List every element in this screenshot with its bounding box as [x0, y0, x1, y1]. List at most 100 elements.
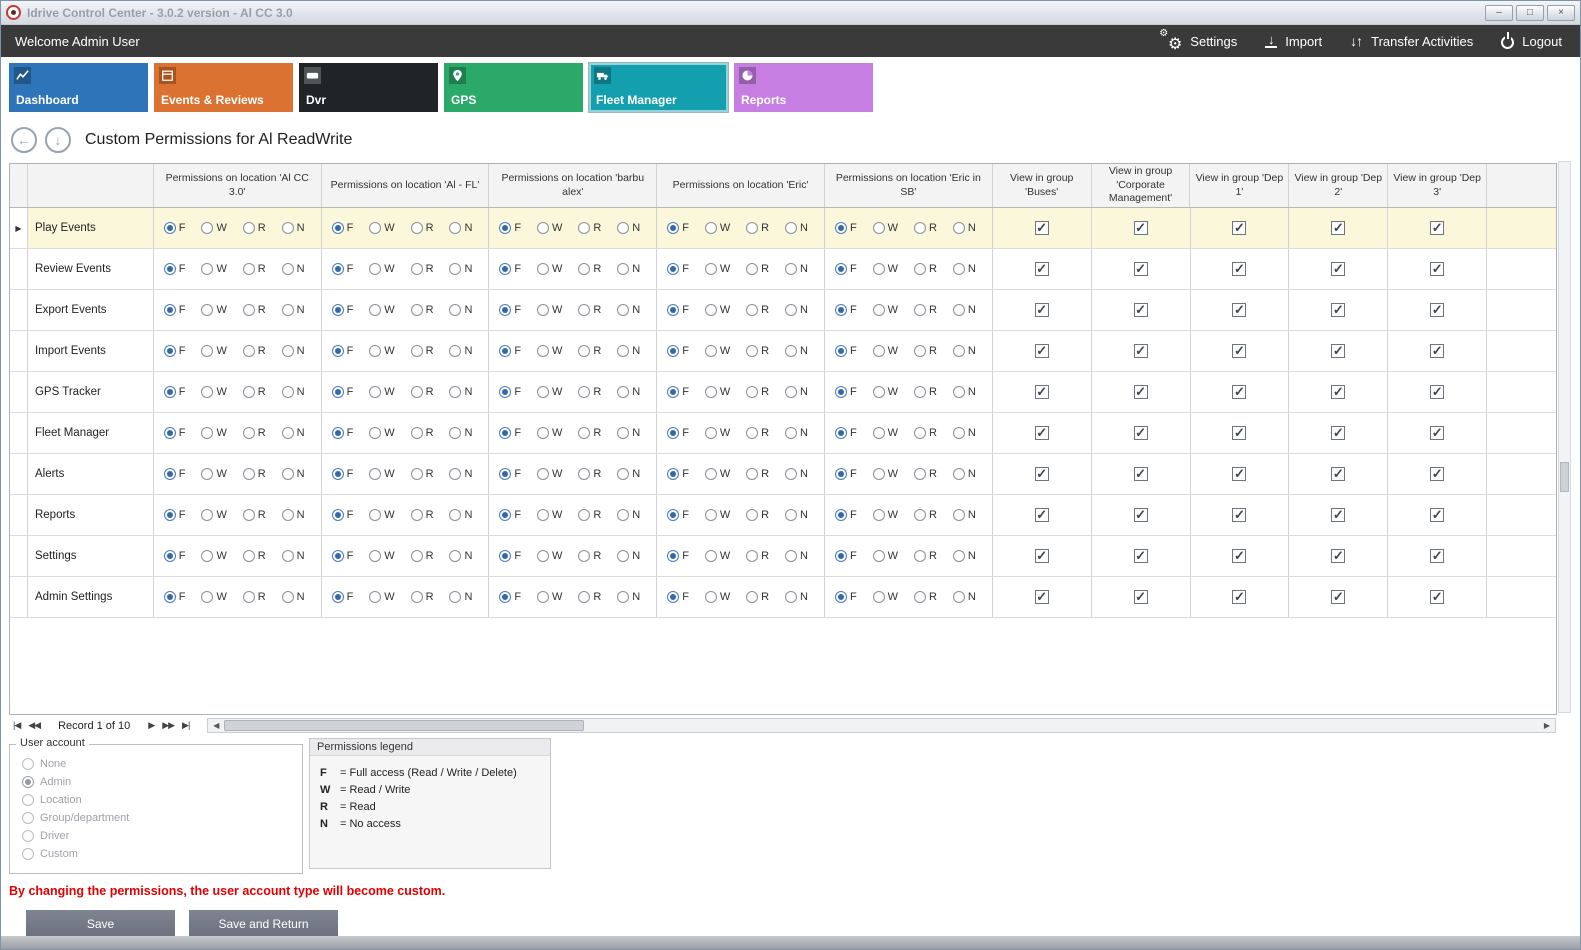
permission-option-w[interactable]: W	[705, 386, 730, 398]
radio-button-icon[interactable]	[449, 550, 461, 562]
permission-option-n[interactable]: N	[449, 427, 472, 439]
radio-button-icon[interactable]	[243, 263, 255, 275]
permission-option-f[interactable]: F	[667, 509, 689, 521]
permission-option-n[interactable]: N	[617, 345, 640, 357]
permission-option-f[interactable]: F	[667, 550, 689, 562]
radio-button-icon[interactable]	[243, 345, 255, 357]
permission-option-w[interactable]: W	[873, 427, 898, 439]
radio-button-icon[interactable]	[201, 304, 213, 316]
checkbox-icon[interactable]: ✓	[1035, 344, 1049, 358]
radio-button-icon[interactable]	[617, 468, 629, 480]
permission-option-f[interactable]: F	[835, 222, 857, 234]
radio-button-icon[interactable]	[835, 304, 847, 316]
radio-button-icon[interactable]	[667, 345, 679, 357]
radio-button-icon[interactable]	[411, 304, 423, 316]
permission-option-f[interactable]: F	[164, 468, 186, 480]
radio-button-icon[interactable]	[499, 591, 511, 603]
permission-option-w[interactable]: W	[705, 222, 730, 234]
radio-button-icon[interactable]	[873, 386, 885, 398]
radio-button-icon[interactable]	[914, 263, 926, 275]
radio-button-icon[interactable]	[746, 263, 758, 275]
permission-option-f[interactable]: F	[164, 222, 186, 234]
permission-option-r[interactable]: R	[578, 386, 601, 398]
permission-option-w[interactable]: W	[873, 222, 898, 234]
radio-button-icon[interactable]	[578, 591, 590, 603]
radio-button-icon[interactable]	[578, 386, 590, 398]
radio-button-icon[interactable]	[578, 468, 590, 480]
radio-button-icon[interactable]	[873, 263, 885, 275]
permission-option-n[interactable]: N	[617, 509, 640, 521]
permission-option-n[interactable]: N	[282, 304, 305, 316]
permission-option-r[interactable]: R	[411, 263, 434, 275]
nav-last-button[interactable]: ▶|	[182, 720, 189, 731]
radio-button-icon[interactable]	[282, 509, 294, 521]
radio-button-icon[interactable]	[243, 550, 255, 562]
radio-button-icon[interactable]	[499, 386, 511, 398]
radio-button-icon[interactable]	[578, 304, 590, 316]
permission-option-r[interactable]: R	[411, 304, 434, 316]
radio-button-icon[interactable]	[332, 427, 344, 439]
checkbox-icon[interactable]: ✓	[1035, 467, 1049, 481]
radio-button-icon[interactable]	[449, 509, 461, 521]
radio-button-icon[interactable]	[164, 345, 176, 357]
radio-button-icon[interactable]	[243, 304, 255, 316]
permission-option-f[interactable]: F	[164, 386, 186, 398]
radio-button-icon[interactable]	[785, 468, 797, 480]
checkbox-icon[interactable]: ✓	[1035, 221, 1049, 235]
radio-button-icon[interactable]	[22, 812, 34, 824]
radio-button-icon[interactable]	[282, 263, 294, 275]
radio-button-icon[interactable]	[746, 427, 758, 439]
permission-option-f[interactable]: F	[164, 550, 186, 562]
radio-button-icon[interactable]	[243, 222, 255, 234]
permission-option-n[interactable]: N	[449, 509, 472, 521]
radio-button-icon[interactable]	[705, 427, 717, 439]
checkbox-icon[interactable]: ✓	[1134, 262, 1148, 276]
checkbox-icon[interactable]: ✓	[1134, 467, 1148, 481]
radio-button-icon[interactable]	[164, 304, 176, 316]
checkbox-icon[interactable]: ✓	[1331, 508, 1345, 522]
table-row[interactable]: ReportsFWRNFWRNFWRNFWRNFWRN✓✓✓✓✓	[10, 495, 1556, 536]
radio-button-icon[interactable]	[835, 550, 847, 562]
permission-option-r[interactable]: R	[411, 386, 434, 398]
radio-button-icon[interactable]	[537, 304, 549, 316]
permission-option-w[interactable]: W	[537, 304, 562, 316]
radio-button-icon[interactable]	[22, 758, 34, 770]
permission-option-w[interactable]: W	[705, 509, 730, 521]
permission-option-n[interactable]: N	[785, 468, 808, 480]
permission-option-w[interactable]: W	[201, 427, 226, 439]
permission-option-f[interactable]: F	[332, 304, 354, 316]
permission-option-f[interactable]: F	[667, 427, 689, 439]
permission-option-w[interactable]: W	[873, 386, 898, 398]
radio-button-icon[interactable]	[785, 386, 797, 398]
permission-option-f[interactable]: F	[499, 386, 521, 398]
radio-button-icon[interactable]	[953, 509, 965, 521]
radio-button-icon[interactable]	[914, 304, 926, 316]
permission-option-w[interactable]: W	[201, 304, 226, 316]
permission-option-f[interactable]: F	[667, 222, 689, 234]
permission-option-w[interactable]: W	[873, 263, 898, 275]
permission-option-w[interactable]: W	[705, 591, 730, 603]
radio-button-icon[interactable]	[449, 222, 461, 234]
permission-option-n[interactable]: N	[282, 427, 305, 439]
permission-option-r[interactable]: R	[746, 345, 769, 357]
permission-option-n[interactable]: N	[617, 591, 640, 603]
radio-button-icon[interactable]	[22, 794, 34, 806]
radio-button-icon[interactable]	[746, 591, 758, 603]
permission-option-f[interactable]: F	[499, 509, 521, 521]
radio-button-icon[interactable]	[369, 509, 381, 521]
permission-option-w[interactable]: W	[369, 386, 394, 398]
back-button[interactable]: ←	[11, 127, 37, 153]
radio-button-icon[interactable]	[282, 304, 294, 316]
radio-button-icon[interactable]	[617, 263, 629, 275]
permission-option-n[interactable]: N	[785, 427, 808, 439]
permission-option-f[interactable]: F	[332, 550, 354, 562]
checkbox-icon[interactable]: ✓	[1331, 590, 1345, 604]
radio-button-icon[interactable]	[332, 550, 344, 562]
permission-option-f[interactable]: F	[164, 509, 186, 521]
radio-button-icon[interactable]	[201, 222, 213, 234]
checkbox-icon[interactable]: ✓	[1331, 262, 1345, 276]
permission-option-r[interactable]: R	[578, 345, 601, 357]
checkbox-icon[interactable]: ✓	[1232, 344, 1246, 358]
radio-button-icon[interactable]	[953, 591, 965, 603]
radio-button-icon[interactable]	[835, 386, 847, 398]
